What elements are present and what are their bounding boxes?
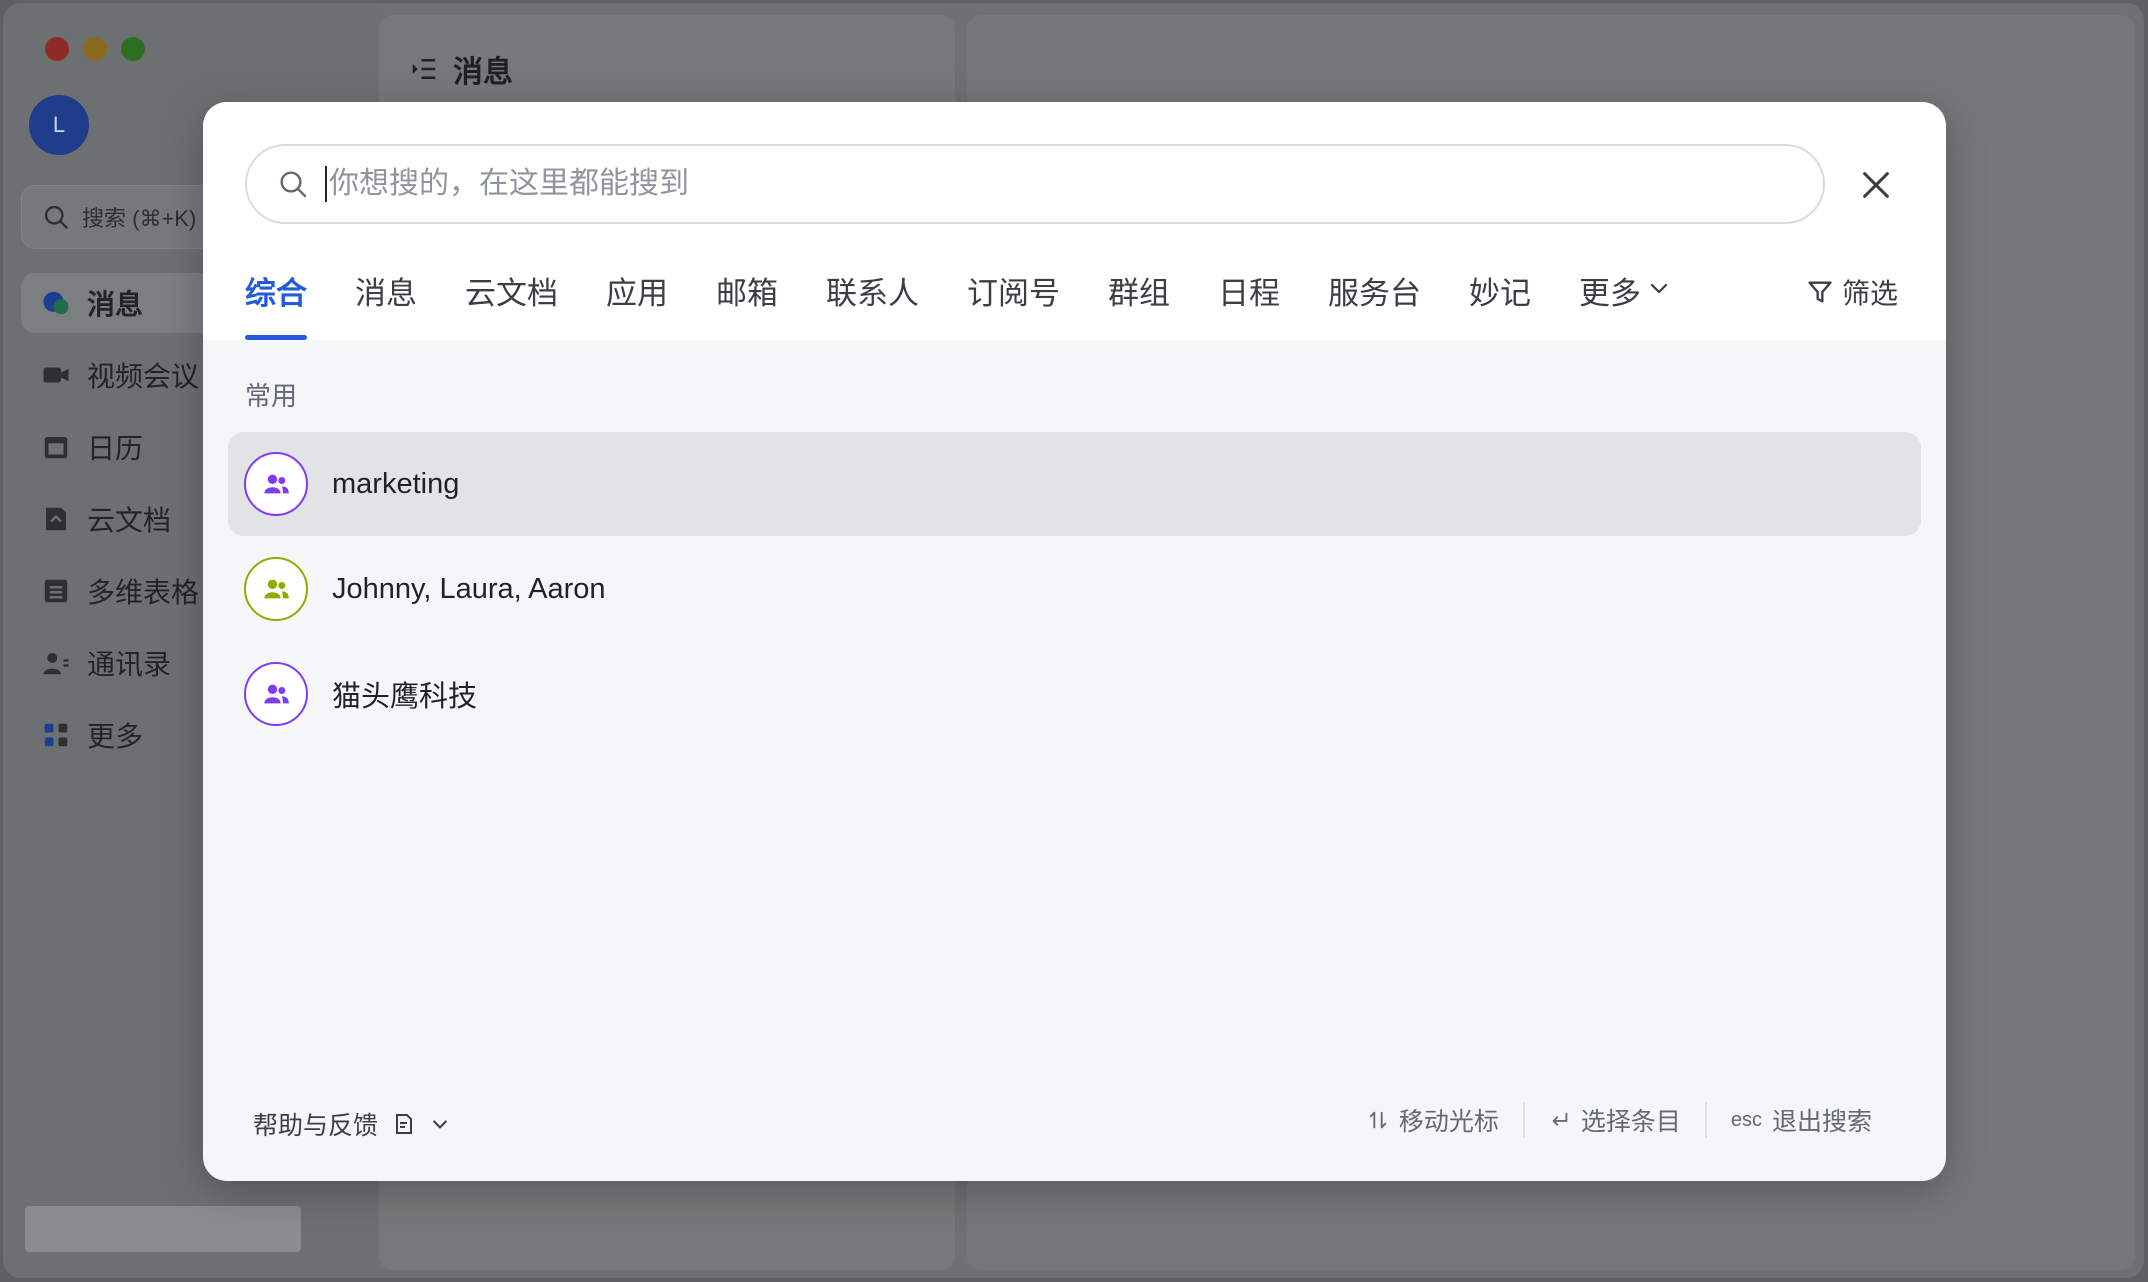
tab-subscriptions[interactable]: 订阅号 — [967, 268, 1060, 340]
filter-button[interactable]: 筛选 — [1806, 272, 1898, 312]
group-icon — [264, 579, 289, 599]
hint-exit-label: 退出搜索 — [1771, 1108, 1872, 1136]
search-footer: 帮助与反馈 移动光标 选择条目 esc 退出搜索 — [203, 1092, 1946, 1152]
hint-select-item: 选择条目 — [1525, 1102, 1705, 1138]
apps-icon — [41, 720, 71, 750]
result-item[interactable]: Johnny, Laura, Aaron — [228, 537, 1921, 641]
sidebar-item-label: 多维表格 — [87, 577, 200, 608]
calendar-icon — [41, 432, 71, 462]
result-item[interactable]: marketing — [228, 432, 1921, 536]
sidebar-item-label: 日历 — [87, 433, 144, 464]
message-icon — [41, 288, 71, 318]
filter-icon — [1808, 281, 1832, 303]
sidebar-item-label: 视频会议 — [87, 361, 200, 392]
search-header: 综合 消息 云文档 应用 邮箱 联系人 订阅号 群组 日程 服务台 妙记 更多 … — [203, 102, 1946, 340]
result-name: Johnny, Laura, Aaron — [332, 572, 606, 605]
sidebar-search-placeholder: 搜索 (⌘+K) — [82, 206, 197, 231]
help-feedback-button[interactable]: 帮助与反馈 — [253, 1106, 450, 1142]
keyboard-hints: 移动光标 选择条目 esc 退出搜索 — [1343, 1102, 1896, 1138]
close-search-button[interactable] — [1853, 162, 1899, 208]
panel-title: 消息 — [453, 56, 513, 89]
docs-icon — [41, 504, 71, 534]
search-bar[interactable] — [245, 144, 1825, 224]
base-icon — [41, 576, 71, 606]
contacts-icon — [41, 648, 71, 678]
tab-apps[interactable]: 应用 — [606, 268, 668, 340]
close-icon — [1863, 172, 1889, 198]
sidebar-item-label: 消息 — [87, 289, 144, 320]
group-icon — [264, 684, 289, 704]
tab-docs[interactable]: 云文档 — [465, 268, 558, 340]
esc-key-label: esc — [1730, 1108, 1762, 1131]
group-icon — [264, 474, 289, 494]
result-name: 猫头鹰科技 — [332, 681, 478, 713]
result-item[interactable]: 猫头鹰科技 — [228, 642, 1921, 746]
tab-mail[interactable]: 邮箱 — [716, 268, 778, 340]
arrow-up-down-icon — [1369, 1111, 1387, 1129]
tab-all[interactable]: 综合 — [245, 268, 307, 340]
tab-helpdesk[interactable]: 服务台 — [1328, 268, 1421, 340]
hint-move-label: 移动光标 — [1398, 1108, 1499, 1136]
window-controls — [45, 37, 145, 61]
hint-select-label: 选择条目 — [1580, 1108, 1681, 1136]
filter-label: 筛选 — [1842, 278, 1899, 309]
tab-calendar[interactable]: 日程 — [1218, 268, 1280, 340]
tab-groups[interactable]: 群组 — [1108, 268, 1170, 340]
chevron-down-icon — [1650, 283, 1668, 294]
section-label-frequent: 常用 — [245, 381, 298, 411]
group-avatar — [244, 662, 308, 726]
tab-contacts[interactable]: 联系人 — [826, 268, 919, 340]
feedback-icon — [396, 1114, 413, 1134]
chevron-down-icon — [433, 1120, 447, 1129]
group-avatar — [244, 557, 308, 621]
tab-minutes[interactable]: 妙记 — [1469, 268, 1531, 340]
sidebar-item-label: 云文档 — [87, 505, 172, 536]
maximize-window-button[interactable] — [121, 37, 145, 61]
search-icon — [280, 171, 307, 198]
tab-more[interactable]: 更多 — [1579, 268, 1671, 340]
panel-header: 消息 — [409, 47, 513, 91]
user-avatar[interactable]: L — [29, 95, 89, 155]
search-category-tabs: 综合 消息 云文档 应用 邮箱 联系人 订阅号 群组 日程 服务台 妙记 更多 — [245, 268, 1719, 340]
search-modal: 综合 消息 云文档 应用 邮箱 联系人 订阅号 群组 日程 服务台 妙记 更多 … — [203, 102, 1946, 1181]
tab-messages[interactable]: 消息 — [355, 268, 417, 340]
sidebar-item-label: 通讯录 — [87, 649, 172, 680]
hint-exit-search: esc 退出搜索 — [1707, 1102, 1896, 1138]
hint-move-cursor: 移动光标 — [1343, 1102, 1523, 1138]
search-input[interactable] — [325, 166, 1823, 202]
result-name: marketing — [332, 467, 460, 500]
search-icon — [44, 205, 68, 229]
list-indent-icon[interactable] — [409, 54, 439, 84]
group-avatar — [244, 452, 308, 516]
help-feedback-label: 帮助与反馈 — [253, 1112, 379, 1140]
tab-more-label: 更多 — [1579, 276, 1641, 311]
close-window-button[interactable] — [45, 37, 69, 61]
sidebar-item-label: 更多 — [87, 721, 144, 752]
minimize-window-button[interactable] — [83, 37, 107, 61]
enter-key-icon — [1552, 1112, 1568, 1126]
video-icon — [41, 360, 71, 390]
blurred-profile-area — [25, 1206, 301, 1252]
